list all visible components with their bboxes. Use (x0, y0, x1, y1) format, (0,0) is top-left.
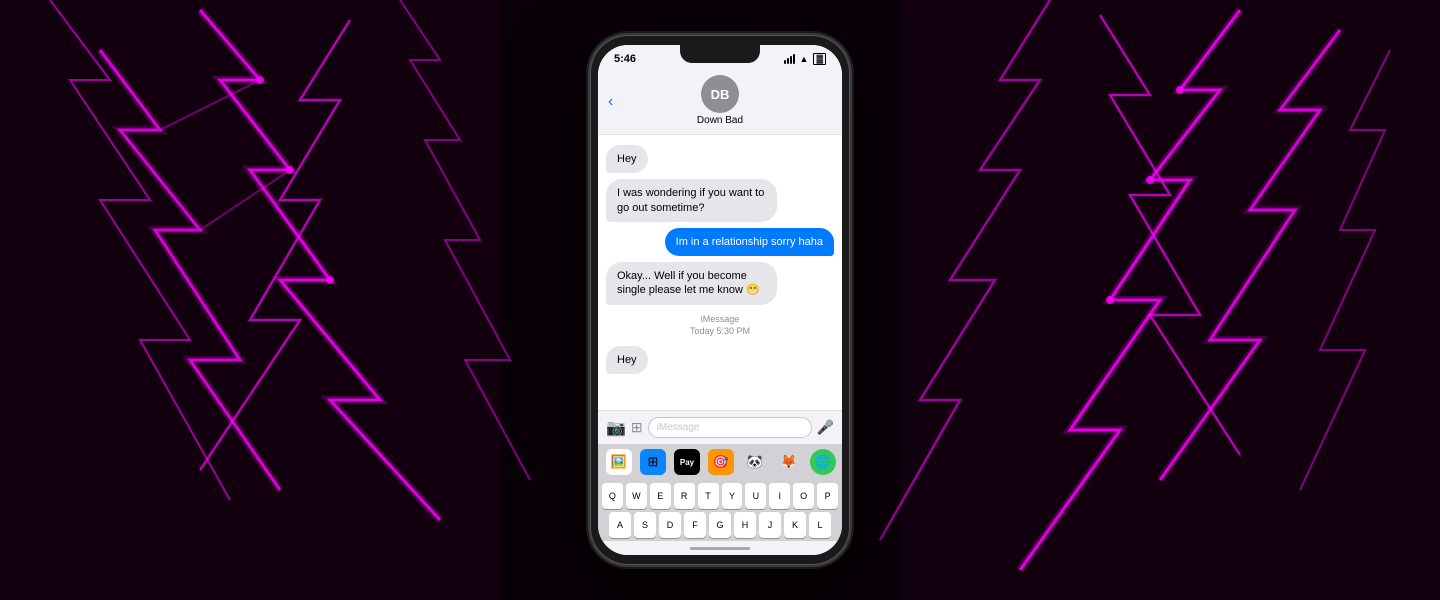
key-h[interactable]: H (734, 512, 756, 538)
message-bubble-4: Okay... Well if you become single please… (606, 262, 777, 305)
key-e[interactable]: E (650, 483, 671, 509)
key-u[interactable]: U (745, 483, 766, 509)
message-bubble-2: I was wondering if you want to go out so… (606, 179, 777, 222)
phone-notch (680, 45, 760, 63)
phone-frame: 5:46 ▲ ▓ ‹ DB Down Bad (590, 35, 850, 565)
key-w[interactable]: W (626, 483, 647, 509)
photos-app-icon[interactable]: 🖼️ (606, 449, 632, 475)
home-bar (690, 547, 750, 550)
contact-name: Down Bad (697, 115, 743, 126)
key-i[interactable]: I (769, 483, 790, 509)
microphone-icon[interactable]: 🎤 (817, 419, 834, 436)
key-r[interactable]: R (674, 483, 695, 509)
key-a[interactable]: A (609, 512, 631, 538)
key-d[interactable]: D (659, 512, 681, 538)
key-g[interactable]: G (709, 512, 731, 538)
keyboard-row-2: A S D F G H J K L (598, 509, 842, 541)
applepay-icon[interactable]: Pay (674, 449, 700, 475)
key-q[interactable]: Q (602, 483, 623, 509)
keyboard: Q W E R T Y U I O P A S D F G H (598, 480, 842, 541)
battery-icon: ▓ (813, 53, 826, 65)
wifi-icon: ▲ (800, 54, 809, 64)
keyboard-row-1: Q W E R T Y U I O P (598, 480, 842, 509)
signal-icon (784, 54, 795, 64)
phone-mockup: 5:46 ▲ ▓ ‹ DB Down Bad (590, 35, 850, 565)
key-y[interactable]: Y (722, 483, 743, 509)
contact-avatar: DB (701, 75, 739, 113)
key-k[interactable]: K (784, 512, 806, 538)
key-j[interactable]: J (759, 512, 781, 538)
key-t[interactable]: T (698, 483, 719, 509)
follow-up-bubble: Hey (606, 346, 648, 374)
key-p[interactable]: P (817, 483, 838, 509)
back-button[interactable]: ‹ (608, 93, 613, 111)
message-timestamp: iMessage Today 5:30 PM (606, 313, 834, 338)
app-shortcuts-row: 🖼️ ⊞ Pay 🎯 🐼 🦊 🌐 (598, 444, 842, 480)
key-s[interactable]: S (634, 512, 656, 538)
globe-icon[interactable]: 🌐 (810, 449, 836, 475)
status-time: 5:46 (614, 53, 636, 65)
message-bubble-1: Hey (606, 145, 648, 173)
memoji-icon[interactable]: 🎯 (708, 449, 734, 475)
message-bubble-3: Im in a relationship sorry haha (665, 228, 834, 256)
key-o[interactable]: O (793, 483, 814, 509)
home-indicator (598, 541, 842, 555)
animoji-fox-icon[interactable]: 🦊 (776, 449, 802, 475)
key-l[interactable]: L (809, 512, 831, 538)
app-store-icon[interactable]: ⊞ (631, 419, 643, 436)
appstore-app-icon[interactable]: ⊞ (640, 449, 666, 475)
camera-icon[interactable]: 📷 (606, 418, 626, 438)
imessage-header: ‹ DB Down Bad (598, 69, 842, 135)
key-f[interactable]: F (684, 512, 706, 538)
status-icons: ▲ ▓ (784, 53, 826, 65)
message-input[interactable]: iMessage (648, 417, 812, 438)
input-bar: 📷 ⊞ iMessage 🎤 (598, 410, 842, 444)
phone-screen: 5:46 ▲ ▓ ‹ DB Down Bad (598, 45, 842, 555)
messages-area: Hey I was wondering if you want to go ou… (598, 135, 842, 410)
animoji-bear-icon[interactable]: 🐼 (742, 449, 768, 475)
